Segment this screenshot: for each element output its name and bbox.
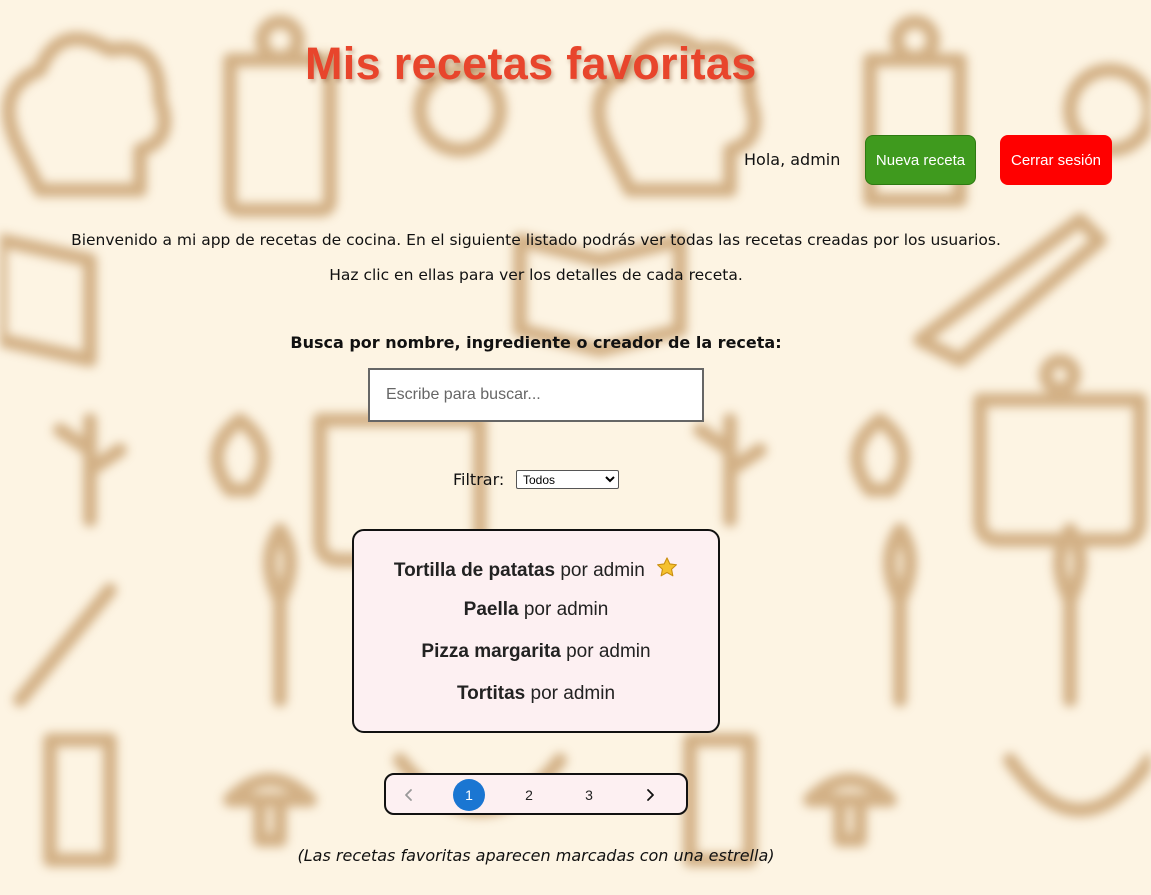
new-recipe-button[interactable]: Nueva receta <box>865 135 976 185</box>
recipe-name: Pizza margarita <box>421 641 561 662</box>
recipe-item[interactable]: Tortilla de patatas por admin <box>354 557 718 599</box>
page-button-1[interactable]: 1 <box>453 779 485 811</box>
chevron-right-icon <box>647 789 654 801</box>
recipe-author: por admin <box>523 599 609 620</box>
user-greeting: Hola, admin <box>744 150 841 169</box>
prev-page-button[interactable] <box>393 779 425 811</box>
recipe-author: por admin <box>530 683 616 704</box>
recipe-item[interactable]: Tortitas por admin <box>354 683 718 725</box>
next-page-button[interactable] <box>634 779 666 811</box>
recipe-author: por admin <box>566 641 651 662</box>
logout-button[interactable]: Cerrar sesión <box>1000 135 1112 185</box>
recipe-item[interactable]: Pizza margarita por admin <box>354 641 718 683</box>
instructions-text: Haz clic en ellas para ver los detalles … <box>329 266 743 284</box>
favorites-footnote: (Las recetas favoritas aparecen marcadas… <box>297 846 775 865</box>
recipe-list: Tortilla de patatas por admin Paella por… <box>352 529 720 733</box>
search-input[interactable] <box>368 368 704 422</box>
page-title: Mis recetas favoritas <box>305 38 757 89</box>
recipe-name: Paella <box>463 599 519 620</box>
welcome-text: Bienvenido a mi app de recetas de cocina… <box>71 231 1001 249</box>
search-label: Busca por nombre, ingrediente o creador … <box>290 333 782 352</box>
favorite-star-icon <box>656 557 678 584</box>
recipe-author: por admin <box>560 560 645 581</box>
filter-label: Filtrar: <box>453 470 505 489</box>
recipe-name: Tortitas <box>456 683 526 704</box>
pagination: 1 2 3 <box>384 773 688 815</box>
chevron-left-icon <box>405 789 412 801</box>
filter-select[interactable]: Todos <box>516 470 619 489</box>
recipe-item[interactable]: Paella por admin <box>354 599 718 641</box>
page-button-2[interactable]: 2 <box>513 779 545 811</box>
page-button-3[interactable]: 3 <box>573 779 605 811</box>
kitchen-pattern-background <box>0 0 1151 891</box>
recipe-name: Tortilla de patatas <box>393 560 556 581</box>
